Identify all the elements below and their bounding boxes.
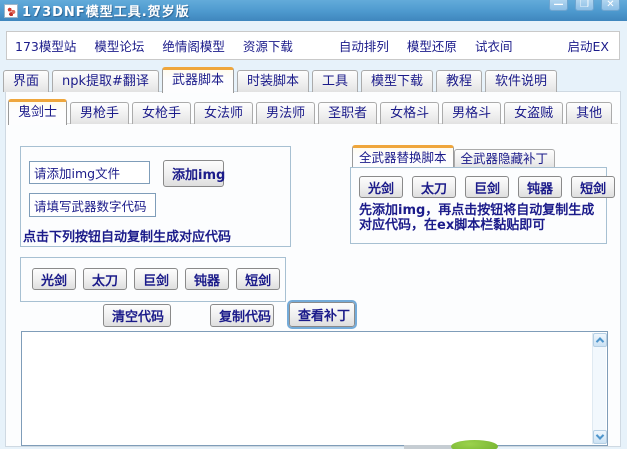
close-button[interactable]: ✕ [601, 0, 620, 11]
close-icon: ✕ [606, 0, 614, 10]
minimize-button[interactable]: — [549, 0, 568, 11]
tab-female-gunner[interactable]: 女枪手 [132, 102, 191, 124]
menu-item-resource-download[interactable]: 资源下载 [243, 36, 293, 55]
tab-female-mage[interactable]: 女法师 [194, 102, 253, 124]
left-weapon-button-lightsaber[interactable]: 光剑 [32, 268, 76, 290]
img-file-input[interactable] [29, 161, 150, 184]
app-icon [4, 4, 18, 18]
right-weapon-button-katana[interactable]: 太刀 [412, 176, 456, 198]
tab-interface[interactable]: 界面 [3, 70, 49, 92]
tab-npk-extract-translate[interactable]: npk提取#翻译 [52, 70, 159, 92]
tab-male-fighter[interactable]: 男格斗 [442, 102, 501, 124]
menu-item-model-forum[interactable]: 模型论坛 [94, 36, 144, 55]
menu-item-auto-arrange[interactable]: 自动排列 [339, 36, 389, 55]
window-title: 173DNF模型工具.贺岁版 [22, 1, 190, 20]
minimize-icon: — [554, 0, 564, 10]
green-logo-peek [451, 440, 498, 449]
chevron-down-icon [596, 431, 604, 439]
tab-weapon-script[interactable]: 武器脚本 [162, 67, 234, 93]
left-weapon-button-greatsword[interactable]: 巨剑 [134, 268, 178, 290]
menu-item-launch-ex[interactable]: 启动EX [568, 36, 609, 55]
tab-female-thief[interactable]: 女盗贼 [504, 102, 563, 124]
right-weapon-button-greatsword[interactable]: 巨剑 [465, 176, 509, 198]
maximize-button[interactable]: ❐ [575, 0, 594, 11]
tab-priest[interactable]: 圣职者 [318, 102, 377, 124]
tab-ghost-knight[interactable]: 鬼剑士 [8, 99, 67, 125]
right-weapon-button-mace[interactable]: 钝器 [518, 176, 562, 198]
class-tab-strip: 鬼剑士 男枪手 女枪手 女法师 男法师 圣职者 女格斗 男格斗 女盗贼 其他 [8, 97, 612, 124]
tab-male-gunner[interactable]: 男枪手 [70, 102, 129, 124]
title-bar[interactable]: 173DNF模型工具.贺岁版 — ❐ ✕ [0, 0, 627, 21]
copy-code-button[interactable]: 复制代码 [210, 304, 274, 327]
tab-other[interactable]: 其他 [566, 102, 612, 124]
right-weapon-button-dagger[interactable]: 短剑 [571, 176, 615, 198]
tab-all-weapon-hide-patch[interactable]: 全武器隐藏补丁 [454, 149, 556, 168]
menu-bar: 173模型站 模型论坛 绝情阁模型 资源下载 自动排列 模型还原 试衣间 启动E… [6, 31, 620, 60]
weapon-buttons-groupbox: 光剑 太刀 巨剑 钝器 短剑 [20, 257, 286, 302]
weapon-code-input[interactable] [29, 193, 156, 217]
menu-item-fitting-room[interactable]: 试衣间 [475, 36, 513, 55]
maximize-icon: ❐ [580, 0, 589, 10]
output-textarea[interactable] [21, 331, 608, 446]
tab-fashion-script[interactable]: 时装脚本 [237, 70, 309, 92]
right-weapon-button-lightsaber[interactable]: 光剑 [359, 176, 403, 198]
menu-item-model-restore[interactable]: 模型还原 [407, 36, 457, 55]
background-window-edge [404, 445, 456, 449]
view-patch-button[interactable]: 查看补丁 [289, 302, 355, 327]
left-weapon-button-katana[interactable]: 太刀 [83, 268, 127, 290]
menu-item-juejingge-models[interactable]: 绝情阁模型 [162, 36, 225, 55]
tab-all-weapon-replace-script[interactable]: 全武器替换脚本 [352, 145, 454, 169]
menu-item-173-model-site[interactable]: 173模型站 [15, 36, 76, 55]
right-panel-hint-label: 先添加img，再点击按钮将自动复制生成对应代码，在ex脚本栏黏贴即可 [351, 198, 601, 233]
output-text [26, 335, 589, 442]
add-img-button[interactable]: 添加img [163, 160, 224, 187]
all-weapon-replace-panel: 光剑 太刀 巨剑 钝器 短剑 先添加img，再点击按钮将自动复制生成对应代码，在… [350, 167, 607, 244]
scroll-down-button[interactable] [593, 430, 607, 444]
right-weapon-buttons-row: 光剑 太刀 巨剑 钝器 短剑 [351, 168, 606, 198]
left-weapon-button-mace[interactable]: 钝器 [185, 268, 229, 290]
main-tab-strip: 界面 npk提取#翻译 武器脚本 时装脚本 工具 模型下载 教程 软件说明 [3, 65, 557, 92]
tab-tools[interactable]: 工具 [312, 70, 358, 92]
left-weapon-button-dagger[interactable]: 短剑 [236, 268, 280, 290]
window-controls: — ❐ ✕ [549, 0, 620, 11]
chevron-up-icon [596, 337, 604, 345]
clear-code-button[interactable]: 清空代码 [103, 304, 171, 327]
output-scrollbar[interactable] [592, 333, 606, 444]
tab-female-fighter[interactable]: 女格斗 [380, 102, 439, 124]
tab-male-mage[interactable]: 男法师 [256, 102, 315, 124]
tab-tutorial[interactable]: 教程 [436, 70, 482, 92]
copy-hint-label: 点击下列按钮自动复制生成对应代码 [23, 226, 231, 245]
tab-software-info[interactable]: 软件说明 [485, 70, 557, 92]
scroll-up-button[interactable] [593, 333, 607, 347]
app-window: 173DNF模型工具.贺岁版 — ❐ ✕ 173模型站 模型论坛 绝情阁模型 资… [0, 0, 627, 449]
right-tab-strip: 全武器替换脚本 全武器隐藏补丁 [352, 144, 555, 168]
tab-model-download[interactable]: 模型下载 [361, 70, 433, 92]
